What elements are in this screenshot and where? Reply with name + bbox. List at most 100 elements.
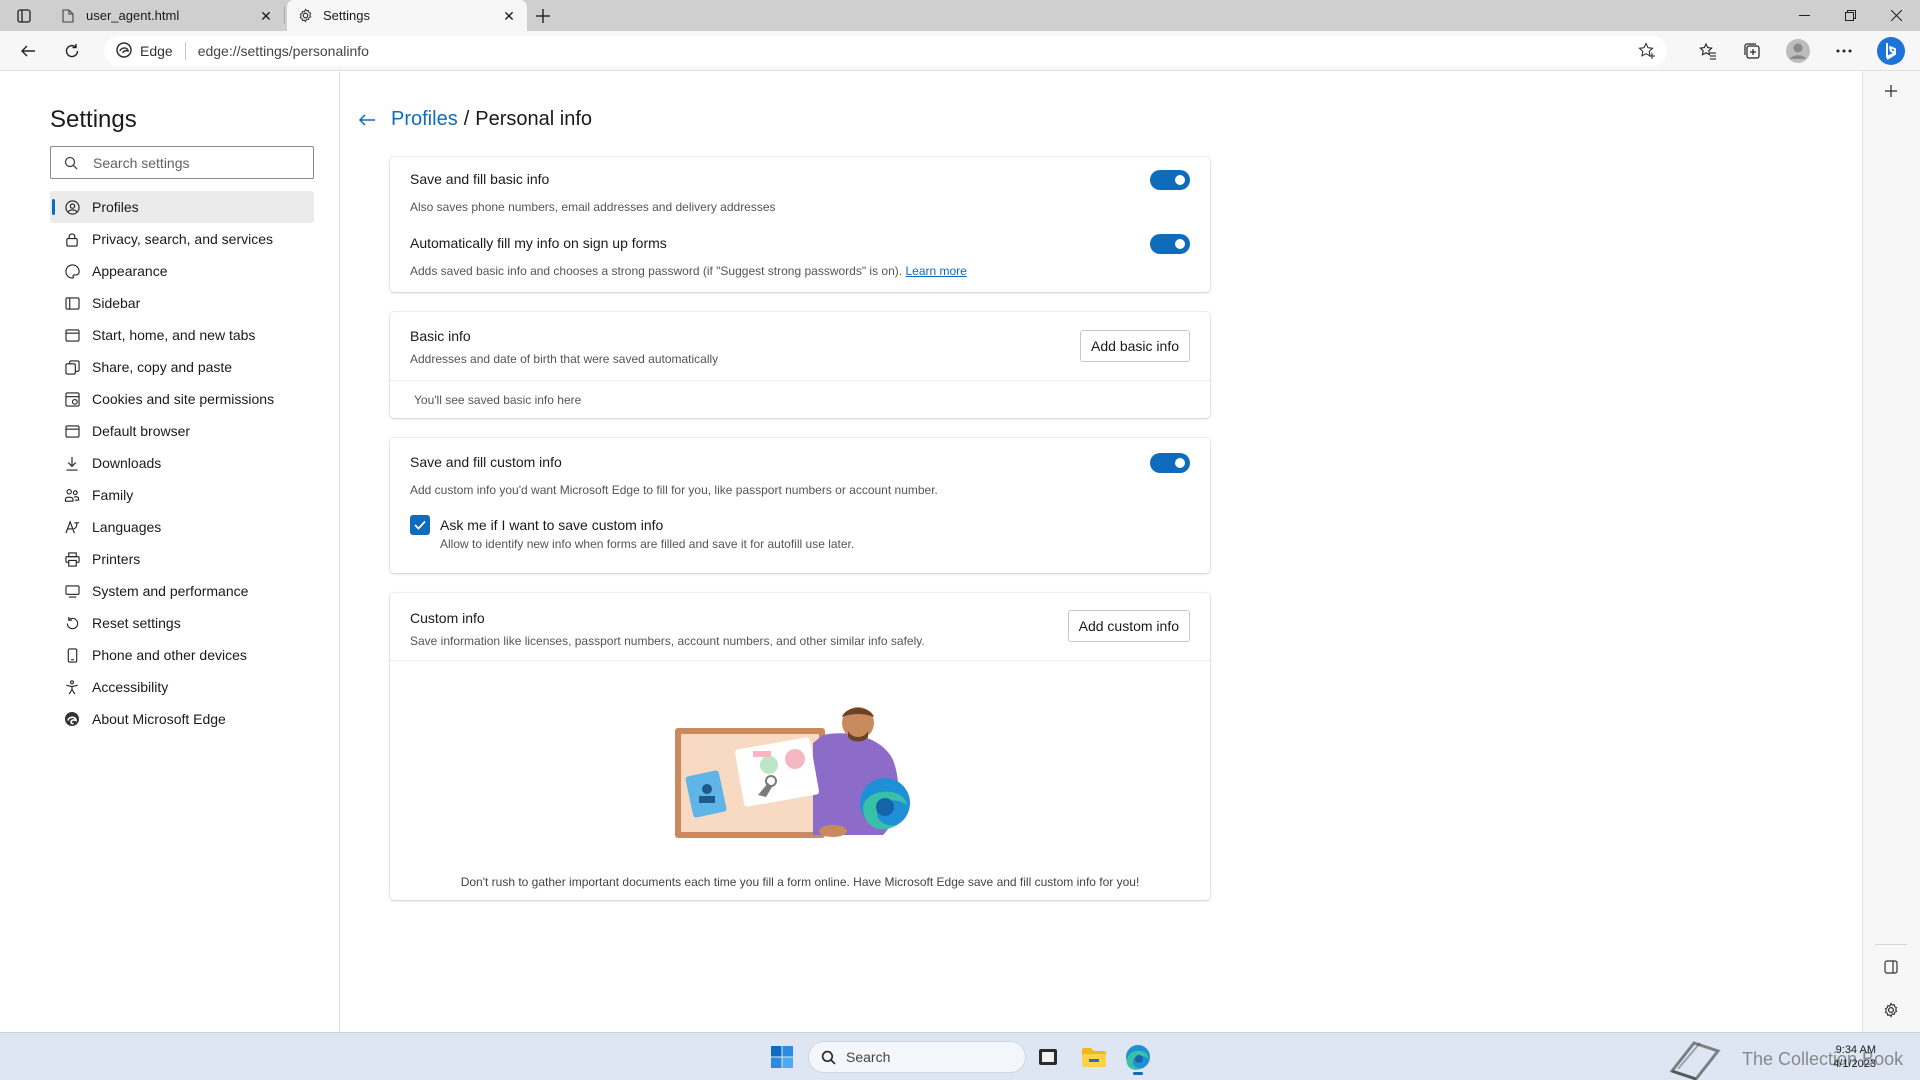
address-bar[interactable]: Edge edge://settings/personalinfo [104,36,1667,66]
file-explorer-button[interactable] [1076,1040,1112,1074]
taskbar-search[interactable]: Search [808,1041,1026,1073]
add-basic-info-button[interactable]: Add basic info [1080,330,1190,362]
sidebar-item-label: Phone and other devices [92,647,247,663]
tab-actions-icon [17,9,31,23]
site-label: Edge [140,43,173,59]
sidebar-item-profiles[interactable]: Profiles [50,191,314,223]
reset-icon [64,615,80,631]
sidebar-item-downloads[interactable]: Downloads [50,447,314,479]
breadcrumb: Profiles / Personal info [357,108,592,131]
sidebar-item-default-browser[interactable]: Default browser [50,415,314,447]
sidebar-item-family[interactable]: Family [50,479,314,511]
gear-icon [297,8,313,24]
card-divider [390,660,1210,661]
url-text[interactable]: edge://settings/personalinfo [198,43,369,59]
save-fill-custom-toggle[interactable] [1150,453,1190,473]
edge-taskbar-button[interactable] [1120,1040,1156,1075]
tab-settings[interactable]: Settings ✕ [287,0,527,31]
sidebar-item-label: Reset settings [92,615,181,631]
sidebar-item-cookies[interactable]: Cookies and site permissions [50,383,314,415]
plus-icon [536,9,550,23]
avatar [1786,39,1810,63]
start-button[interactable] [764,1040,800,1074]
sidebar-item-label: Share, copy and paste [92,359,233,375]
sidebar-item-reset[interactable]: Reset settings [50,607,314,639]
active-indicator [1133,1072,1143,1075]
sidebar-item-system[interactable]: System and performance [50,575,314,607]
custom-info-settings-card: Save and fill custom info Add custom inf… [390,438,1210,573]
plus-icon [1885,85,1897,97]
search-input[interactable] [93,154,293,171]
printer-icon [64,551,80,567]
sidebar-item-about[interactable]: About Microsoft Edge [50,703,314,735]
refresh-button[interactable] [58,37,86,65]
save-fill-custom-desc: Add custom info you'd want Microsoft Edg… [410,483,938,497]
sidebar-item-sidebar[interactable]: Sidebar [50,287,314,319]
tab-title: user_agent.html [86,8,180,23]
minimize-button[interactable] [1781,0,1827,31]
ask-save-custom-checkbox[interactable] [410,515,430,535]
sidebar-item-printers[interactable]: Printers [50,543,314,575]
close-tab-icon[interactable]: ✕ [258,8,274,24]
profile-icon [64,199,80,215]
restore-button[interactable] [1827,0,1873,31]
back-button[interactable] [14,37,42,65]
edge-icon [1126,1045,1150,1070]
profile-button[interactable] [1784,37,1812,65]
tray-clock[interactable]: 9:34 AM 4/1/2023 [1820,1043,1876,1071]
sidebar-item-languages[interactable]: Languages [50,511,314,543]
download-icon [64,455,80,471]
system-icon [64,583,80,599]
tab-title: Settings [323,8,370,23]
checkmark-icon [414,520,426,530]
task-view-button[interactable] [1030,1040,1066,1074]
close-tab-icon[interactable]: ✕ [501,8,517,24]
sidebar-item-label: Accessibility [92,679,169,695]
sidebar-item-privacy[interactable]: Privacy, search, and services [50,223,314,255]
gear-icon [1884,1002,1898,1018]
customize-sidebar-button[interactable] [1877,77,1905,105]
basic-info-title: Basic info [410,328,471,344]
collections-button[interactable] [1738,37,1766,65]
clock-date: 4/1/2023 [1833,1058,1876,1070]
save-fill-basic-toggle[interactable] [1150,170,1190,190]
save-fill-basic-desc: Also saves phone numbers, email addresse… [410,200,776,214]
autofill-basic-card: Save and fill basic info Also saves phon… [390,157,1210,292]
sidebar-item-share[interactable]: Share, copy and paste [50,351,314,383]
learn-more-link[interactable]: Learn more [905,264,966,278]
search-icon [821,1050,836,1065]
sidebar-item-label: Downloads [92,455,162,471]
tab-user-agent[interactable]: user_agent.html ✕ [48,0,285,31]
favorites-button[interactable] [1694,37,1722,65]
bing-icon [1877,37,1905,65]
hide-sidebar-button[interactable] [1877,953,1905,981]
add-custom-info-button[interactable]: Add custom info [1067,610,1190,642]
sidebar-item-appearance[interactable]: Appearance [50,255,314,287]
clock-time: 9:34 AM [1835,1044,1876,1056]
tab-actions-button[interactable] [12,6,36,26]
sidebar-item-start-home[interactable]: Start, home, and new tabs [50,319,314,351]
sidebar-settings-button[interactable] [1877,996,1905,1024]
add-favorite-button[interactable] [1635,40,1659,62]
new-tab-button[interactable] [530,5,556,27]
breadcrumb-profiles-link[interactable]: Profiles [391,108,458,131]
sidebar-item-accessibility[interactable]: Accessibility [50,671,314,703]
custom-info-title: Custom info [410,610,485,626]
bing-chat-button[interactable] [1876,36,1906,66]
more-button[interactable] [1830,37,1858,65]
settings-content: Profiles / Personal info Save and fill b… [341,71,1862,1032]
close-window-button[interactable] [1873,0,1919,31]
sidebar-panel-icon [1884,960,1898,974]
language-icon [64,519,80,535]
address-separator [184,42,186,60]
collections-icon [1744,43,1760,59]
sidebar-item-phone[interactable]: Phone and other devices [50,639,314,671]
tab-strip: user_agent.html ✕ Settings ✕ [0,0,1920,31]
back-arrow-icon[interactable] [357,110,377,130]
page-title: Personal info [475,108,593,130]
settings-search[interactable] [50,146,314,179]
windows-icon [771,1046,793,1068]
auto-fill-signup-toggle[interactable] [1150,234,1190,254]
refresh-icon [65,44,79,58]
site-identity[interactable]: Edge [104,41,173,61]
